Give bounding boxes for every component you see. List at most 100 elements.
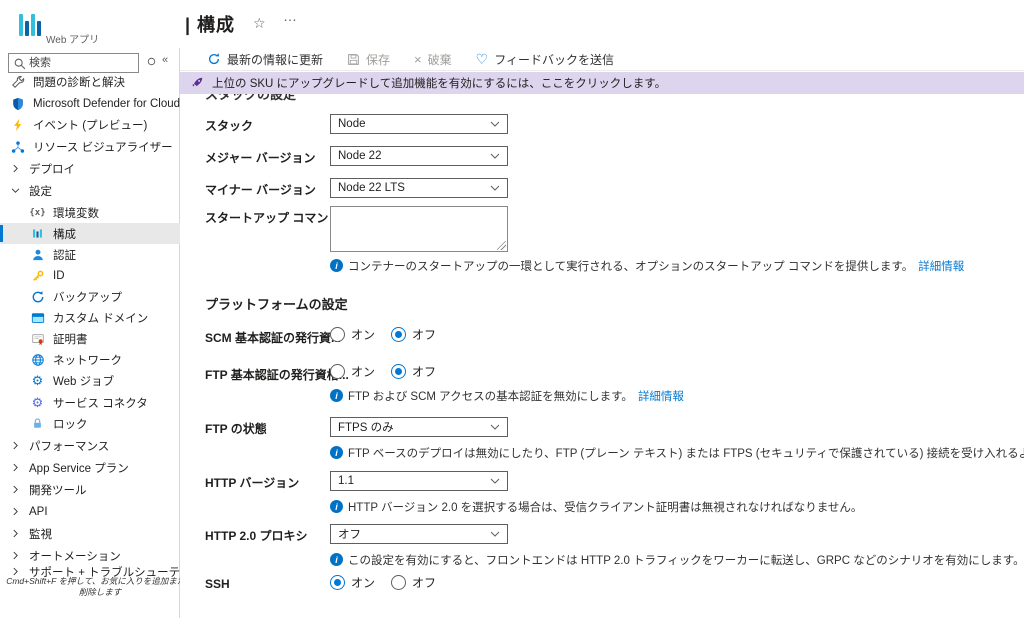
learn-more-link[interactable]: 詳細情報 <box>918 258 964 274</box>
minor-version-value: Node 22 LTS <box>338 182 405 194</box>
resize-grip-icon[interactable] <box>497 241 506 250</box>
radio-off-label: オフ <box>412 574 436 591</box>
sidebar-item-locks[interactable]: ロック <box>0 413 180 434</box>
learn-more-link[interactable]: 詳細情報 <box>638 388 684 404</box>
sidebar-item-label: Microsoft Defender for Cloud <box>33 98 180 110</box>
refresh-label: 最新の情報に更新 <box>227 51 323 68</box>
http-version-value: 1.1 <box>338 475 354 487</box>
sidebar-group-monitoring[interactable]: 監視 <box>0 523 180 544</box>
stack-select[interactable]: Node <box>330 114 508 134</box>
sidebar-item-certificates[interactable]: 証明書 <box>0 328 180 349</box>
feedback-button[interactable]: ♡ フィードバックを送信 <box>476 51 614 68</box>
sidebar-item-identity[interactable]: ID <box>0 265 180 286</box>
ftp-state-label: FTP の状態 <box>205 420 267 437</box>
logo-bar <box>19 14 23 36</box>
radio-off[interactable]: オフ <box>391 574 436 591</box>
startup-command-textarea-wrap <box>330 206 508 252</box>
favorite-star-icon[interactable]: ☆ <box>253 15 266 32</box>
sidebar-item-label: 証明書 <box>53 331 88 347</box>
sidebar-search[interactable] <box>8 53 139 73</box>
env-vars-icon: {x} <box>30 205 45 220</box>
sidebar-group-settings[interactable]: 設定 <box>0 180 180 201</box>
chevron-right-icon <box>10 506 22 517</box>
more-menu-icon[interactable]: … <box>283 8 297 24</box>
radio-on[interactable]: オン <box>330 574 375 591</box>
sidebar-item-custom-domains[interactable]: カスタム ドメイン <box>0 307 180 328</box>
radio-icon <box>330 364 345 379</box>
http-version-row: HTTP バージョン 1.1 <box>180 471 1024 493</box>
http-version-label: HTTP バージョン <box>205 474 299 491</box>
radio-checked-icon <box>330 575 345 590</box>
chevron-down-icon <box>490 478 500 484</box>
sidebar-item-label: バックアップ <box>53 289 122 305</box>
http-version-select[interactable]: 1.1 <box>330 471 508 491</box>
page-header: Web アプリ | 構成 ☆ … <box>0 0 1024 48</box>
sidebar-group-dev-tools[interactable]: 開発ツール <box>0 479 180 500</box>
sidebar-item-resource-visualizer[interactable]: リソース ビジュアライザー <box>0 136 180 157</box>
radio-off[interactable]: オフ <box>391 326 436 343</box>
upgrade-sku-banner[interactable]: 上位の SKU にアップグレードして追加機能を有効にするには、ここをクリックしま… <box>180 72 1024 94</box>
discard-label: 破棄 <box>428 51 452 68</box>
radio-off[interactable]: オフ <box>391 363 436 380</box>
info-icon: i <box>330 259 343 272</box>
collapse-menu-icon[interactable]: « <box>162 54 168 66</box>
resource-menu-sidebar: « 問題の診断と解決 Microsoft Defender for Cloud … <box>0 48 180 618</box>
stack-row: スタック Node <box>180 114 1024 136</box>
logo-bar <box>31 14 35 36</box>
refresh-menu-icon[interactable] <box>147 57 156 69</box>
discard-button[interactable]: × 破棄 <box>414 51 452 68</box>
sidebar-item-defender[interactable]: Microsoft Defender for Cloud <box>0 93 180 114</box>
http2-proxy-row: HTTP 2.0 プロキシ オフ <box>180 524 1024 546</box>
sidebar-group-app-service-plan[interactable]: App Service プラン <box>0 457 180 478</box>
banner-text: 上位の SKU にアップグレードして追加機能を有効にするには、ここをクリックしま… <box>212 75 666 91</box>
search-input[interactable] <box>29 55 135 71</box>
info-text: コンテナーのスタートアップの一環として実行される、オプションのスタートアップ コ… <box>348 258 913 274</box>
save-button[interactable]: 保存 <box>347 51 390 68</box>
command-bar: 最新の情報に更新 保存 × 破棄 ♡ フィードバックを送信 <box>180 48 1024 71</box>
sidebar-item-backups[interactable]: バックアップ <box>0 286 180 307</box>
sidebar-item-label: ネットワーク <box>53 352 122 368</box>
startup-command-info: i コンテナーのスタートアップの一環として実行される、オプションのスタートアップ… <box>330 258 964 274</box>
sidebar-group-deploy[interactable]: デプロイ <box>0 158 180 179</box>
sidebar-item-diagnose-solve[interactable]: 問題の診断と解決 <box>0 71 180 92</box>
heart-icon: ♡ <box>476 52 489 66</box>
startup-command-textarea[interactable] <box>331 207 507 251</box>
logo-bar <box>25 21 29 36</box>
sidebar-item-service-connector[interactable]: ⚙ サービス コネクタ <box>0 392 180 413</box>
sidebar-item-environment-variables[interactable]: {x} 環境変数 <box>0 202 180 223</box>
sidebar-item-label: 設定 <box>29 183 52 199</box>
person-icon <box>30 247 45 262</box>
info-icon: i <box>330 446 343 459</box>
info-text: FTP および SCM アクセスの基本認証を無効にします。 <box>348 388 633 404</box>
radio-icon <box>391 575 406 590</box>
refresh-button[interactable]: 最新の情報に更新 <box>207 51 323 68</box>
info-text: この設定を有効にすると、フロントエンドは HTTP 2.0 トラフィックをワーカ… <box>348 552 1024 568</box>
feedback-label: フィードバックを送信 <box>494 51 614 68</box>
sidebar-item-label: API <box>29 506 48 518</box>
major-version-select[interactable]: Node 22 <box>330 146 508 166</box>
stack-label: スタック <box>205 117 253 134</box>
sidebar-item-label: パフォーマンス <box>29 438 109 454</box>
radio-off-label: オフ <box>412 326 436 343</box>
sidebar-item-events[interactable]: イベント (プレビュー) <box>0 114 180 135</box>
radio-on[interactable]: オン <box>330 326 375 343</box>
ftp-basic-auth-row: FTP 基本認証の発行資格... オン オフ <box>180 363 1024 385</box>
radio-on[interactable]: オン <box>330 363 375 380</box>
minor-version-select[interactable]: Node 22 LTS <box>330 178 508 198</box>
major-version-label: メジャー バージョン <box>205 149 316 166</box>
sidebar-item-webjobs[interactable]: ⚙ Web ジョブ <box>0 370 180 391</box>
sidebar-item-label: ID <box>53 270 65 282</box>
lock-icon <box>30 416 45 431</box>
sidebar-item-configuration[interactable]: 構成 <box>0 223 180 244</box>
sidebar-group-performance[interactable]: パフォーマンス <box>0 435 180 456</box>
sidebar-item-label: 開発ツール <box>29 482 87 498</box>
ftp-state-select[interactable]: FTPS のみ <box>330 417 508 437</box>
sidebar-item-label: 構成 <box>53 226 76 242</box>
sidebar-item-authentication[interactable]: 認証 <box>0 244 180 265</box>
sidebar-group-api[interactable]: API <box>0 501 180 522</box>
ftp-state-info: i FTP ベースのデプロイは無効にしたり、FTP (プレーン テキスト) また… <box>330 445 1024 461</box>
http-version-info: i HTTP バージョン 2.0 を選択する場合は、受信クライアント証明書は無視… <box>330 499 862 515</box>
sidebar-item-networking[interactable]: ネットワーク <box>0 349 180 370</box>
http2-proxy-select[interactable]: オフ <box>330 524 508 544</box>
ssh-label: SSH <box>205 577 230 591</box>
